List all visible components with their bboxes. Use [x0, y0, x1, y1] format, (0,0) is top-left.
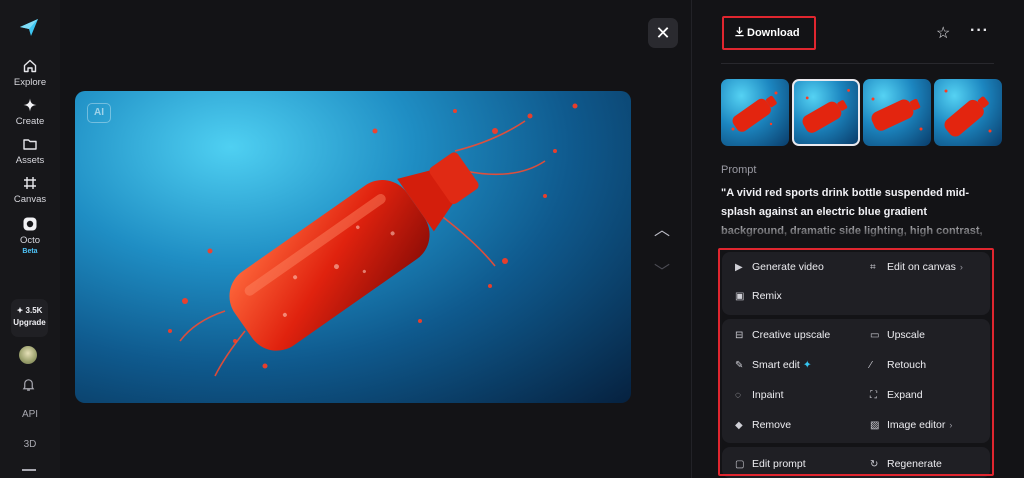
star-icon: ☆	[936, 25, 951, 42]
frame-icon	[24, 177, 36, 189]
credits-value: 3.5K	[25, 306, 43, 315]
thumbnail-image	[871, 97, 923, 131]
credits-amount: ✦ 3.5K	[11, 305, 48, 317]
avatar[interactable]	[19, 346, 37, 364]
sidebar-item-label: Assets	[15, 155, 45, 166]
sidebar-item-label: Canvas	[13, 194, 47, 205]
previous-image-button[interactable]: ︿	[652, 216, 672, 239]
app-root: Explore Create Assets Canvas Octo Beta ✦…	[0, 0, 1024, 478]
bottle-illustration	[168, 103, 578, 377]
more-options-button[interactable]: ···	[970, 22, 990, 42]
more-icon: ···	[970, 22, 989, 39]
ai-badge: AI	[87, 103, 111, 123]
upgrade-button[interactable]: ✦ 3.5K Upgrade	[11, 299, 48, 337]
octo-icon	[23, 217, 37, 231]
sidebar: Explore Create Assets Canvas Octo Beta ✦…	[0, 0, 60, 478]
thumbnail[interactable]	[721, 79, 789, 146]
actions-highlight	[718, 248, 994, 476]
prompt-label: Prompt	[721, 164, 757, 176]
thumbnail-image	[731, 91, 778, 132]
sidebar-item-octo[interactable]: Octo Beta	[0, 216, 60, 255]
menu-icon[interactable]	[22, 469, 36, 471]
home-icon	[23, 59, 37, 73]
sparkle-icon: ✦	[16, 306, 26, 315]
logo-icon[interactable]	[18, 16, 40, 38]
beta-badge: Beta	[22, 248, 38, 255]
chevron-up-icon: ︿	[653, 222, 670, 239]
sidebar-item-label: Octo	[19, 235, 41, 246]
sidebar-item-explore[interactable]: Explore	[0, 58, 60, 88]
next-image-button[interactable]: ﹀	[652, 258, 672, 281]
upgrade-label: Upgrade	[13, 318, 46, 327]
sidebar-item-label: Explore	[13, 77, 47, 88]
chevron-down-icon: ﹀	[653, 264, 670, 281]
prompt-text: "A vivid red sports drink bottle suspend…	[721, 187, 983, 237]
download-label: Download	[747, 26, 800, 39]
api-link[interactable]: API	[0, 409, 60, 420]
close-icon: ✕	[655, 23, 671, 43]
sparkle-icon	[23, 98, 37, 112]
download-button[interactable]: Download	[722, 16, 816, 50]
sidebar-item-canvas[interactable]: Canvas	[0, 175, 60, 205]
thumbnail-image	[802, 88, 850, 133]
generated-image[interactable]	[75, 91, 631, 403]
favorite-button[interactable]: ☆	[936, 23, 956, 43]
thumbnail-selected[interactable]	[792, 79, 860, 146]
divider	[721, 63, 994, 64]
thumbnail[interactable]	[934, 79, 1002, 146]
3d-link[interactable]: 3D	[0, 439, 60, 450]
thumbnail-image	[944, 89, 992, 137]
download-icon	[734, 26, 747, 40]
thumbnail[interactable]	[863, 79, 931, 146]
sidebar-item-create[interactable]: Create	[0, 97, 60, 127]
folder-icon	[23, 139, 37, 150]
close-button[interactable]: ✕	[648, 18, 678, 48]
bell-icon[interactable]	[21, 377, 36, 392]
sidebar-item-label: Create	[15, 116, 45, 127]
sidebar-item-assets[interactable]: Assets	[0, 136, 60, 166]
